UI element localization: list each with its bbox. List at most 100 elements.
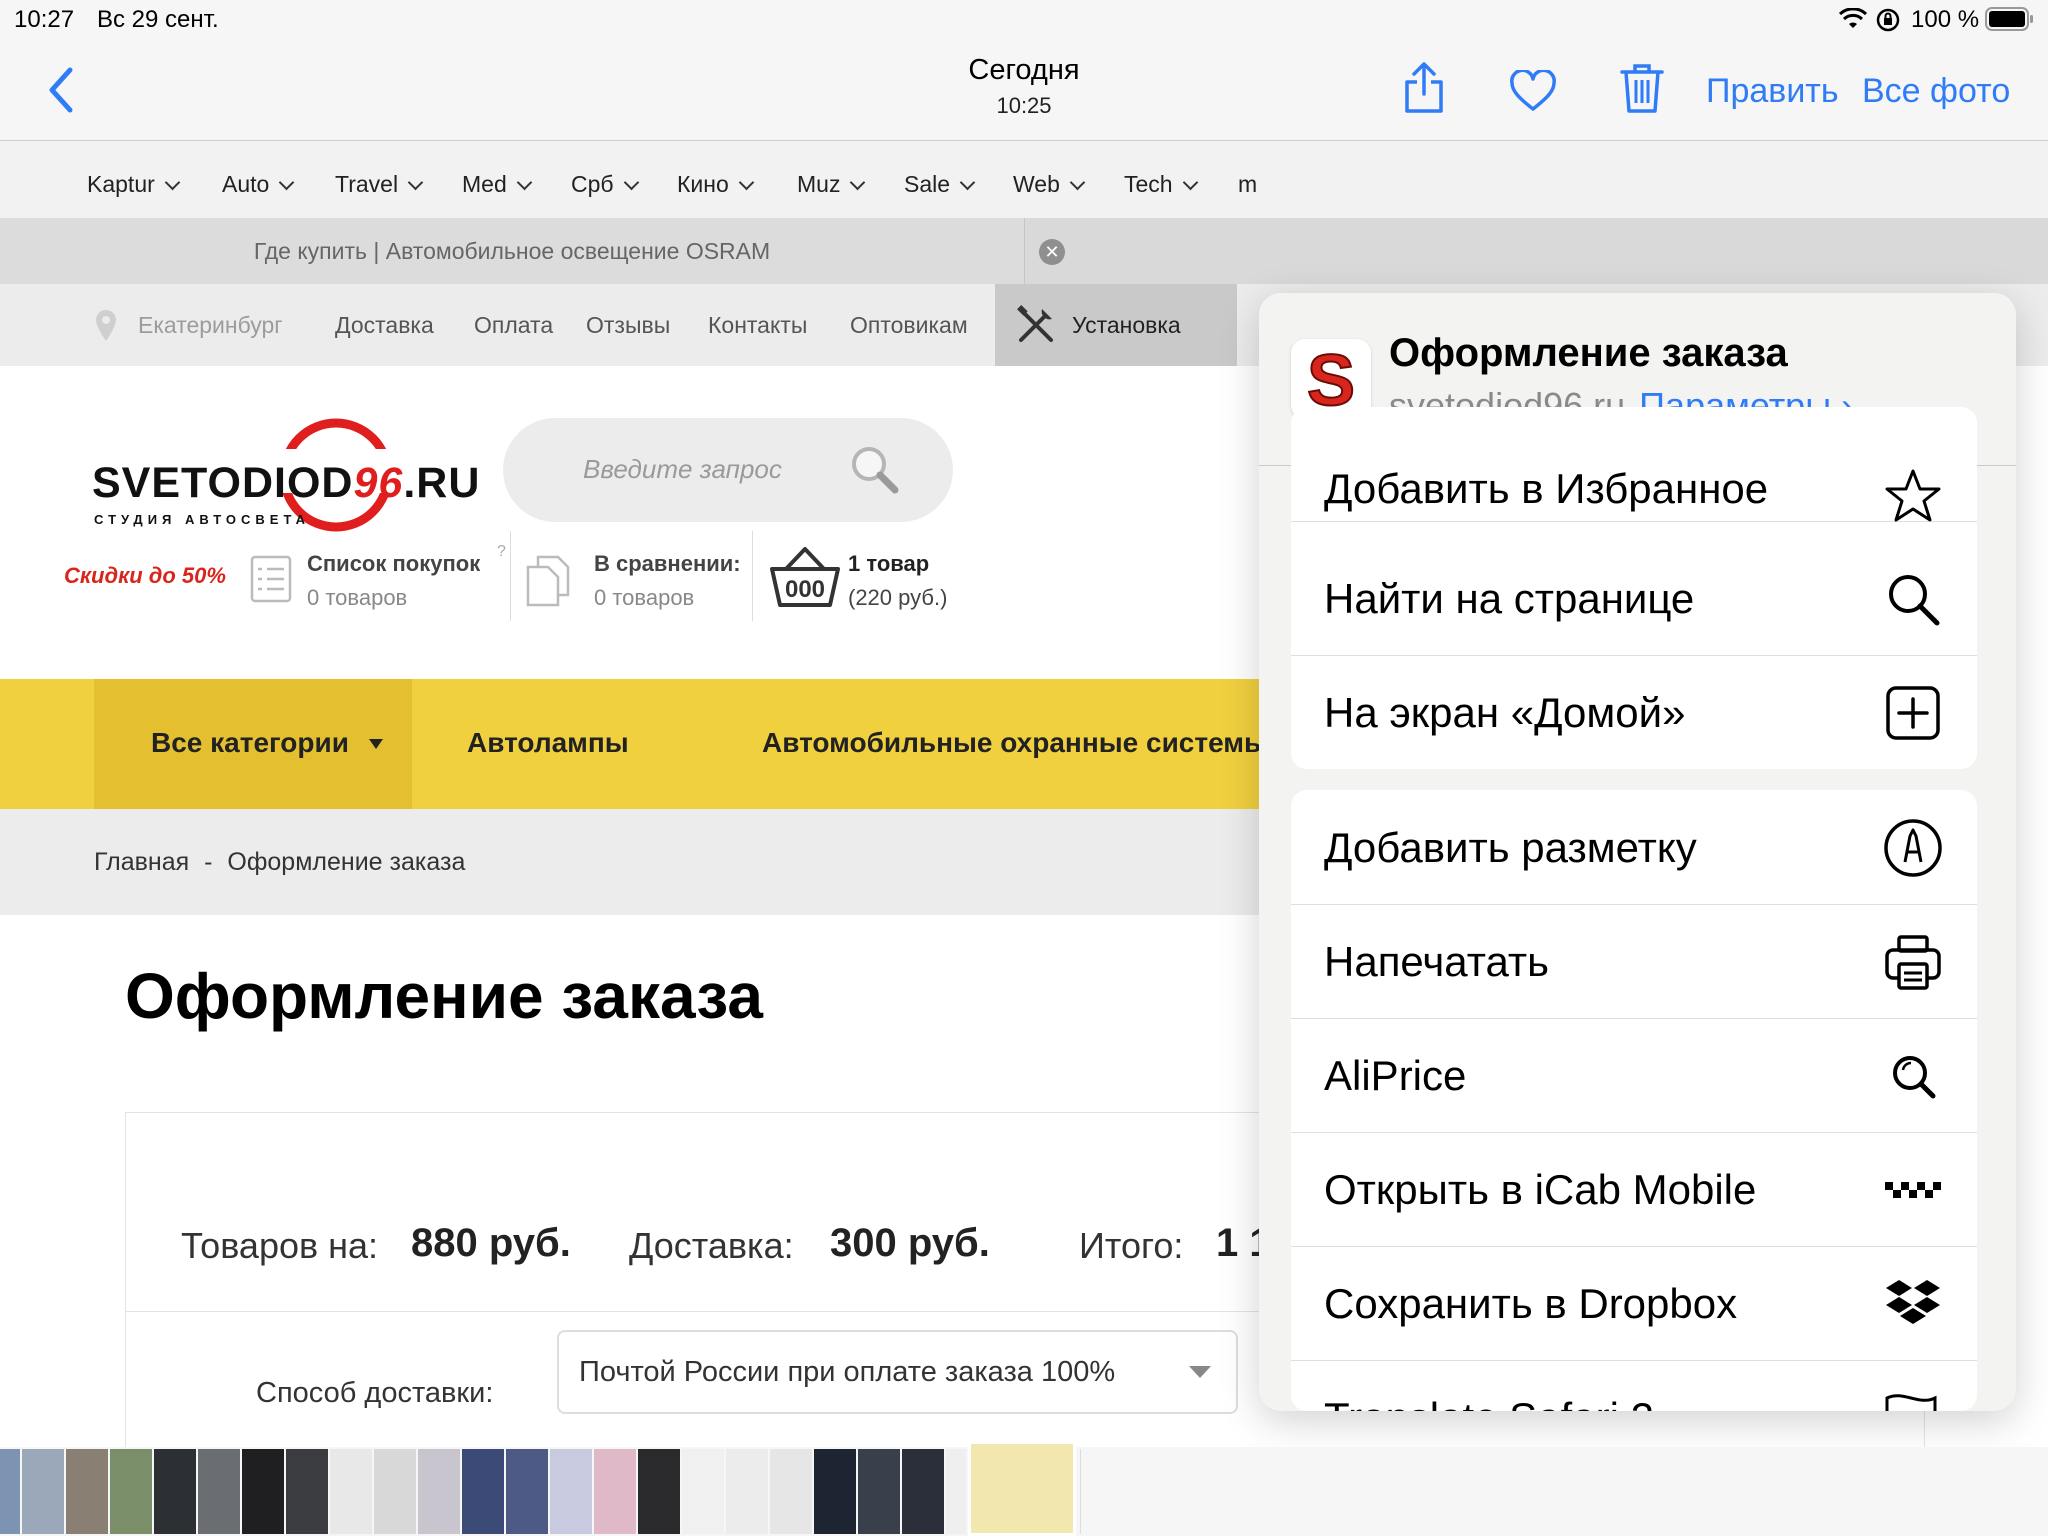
compare-label[interactable]: В сравнении: [594, 551, 741, 577]
category-item[interactable]: Автолампы [467, 727, 629, 759]
photo-thumbnail[interactable] [858, 1449, 900, 1534]
bookmark-folder[interactable]: Web [1013, 171, 1086, 198]
bookmark-folder[interactable]: Sale [904, 171, 976, 198]
bookmark-folder[interactable]: m [1238, 171, 1257, 198]
cart-basket-icon[interactable]: 000 [770, 545, 840, 614]
share-sheet: S Оформление заказа svetodiod96.ru Параме… [1259, 293, 2016, 1411]
photo-time: 10:25 [996, 93, 1052, 118]
photo-thumbnail[interactable] [638, 1449, 680, 1534]
photo-thumbnail[interactable] [242, 1449, 284, 1534]
status-time: 10:27 [14, 6, 75, 33]
photo-filmstrip [0, 1441, 2048, 1536]
photo-thumbnail[interactable] [330, 1449, 372, 1534]
photo-thumbnail[interactable] [418, 1449, 460, 1534]
photo-thumbnail-selected[interactable] [968, 1441, 1076, 1536]
bookmark-folder[interactable]: Kaptur [87, 171, 181, 198]
share-action-add-to-home[interactable]: На экран «Домой» [1291, 655, 1977, 769]
photo-thumbnail[interactable] [462, 1449, 504, 1534]
logo-wordmark: SVETODIOD96.RU [92, 459, 481, 507]
share-action-markup[interactable]: Добавить разметку [1291, 790, 1977, 905]
share-action-aliprice[interactable]: AliPrice [1291, 1018, 1977, 1133]
photo-thumbnail[interactable] [154, 1449, 196, 1534]
all-categories-button[interactable]: Все категории [94, 679, 412, 809]
bookmark-folder[interactable]: Auto [222, 171, 295, 198]
chevron-down-icon [1182, 174, 1198, 191]
nav-link-install[interactable]: Установка [995, 284, 1237, 366]
wishlist-hint[interactable]: ? [497, 543, 506, 561]
chevron-down-icon [623, 174, 639, 191]
share-action-translate[interactable]: Translate Safari 2 [1291, 1360, 1977, 1411]
shipping-method-select[interactable]: Почтой России при оплате заказа 100% [557, 1330, 1238, 1414]
share-action-icab[interactable]: Открыть в iCab Mobile [1291, 1132, 1977, 1247]
compare-count: 0 товаров [594, 585, 695, 610]
bookmark-folder[interactable]: Med [462, 171, 533, 198]
heart-icon[interactable] [1509, 70, 1557, 112]
printer-icon [1883, 932, 1943, 992]
tools-icon [1015, 304, 1057, 351]
chevron-down-icon [1069, 174, 1086, 191]
edit-button[interactable]: Править [1706, 72, 1839, 111]
share-action-dropbox[interactable]: Сохранить в Dropbox [1291, 1246, 1977, 1361]
photo-thumbnail[interactable] [22, 1449, 64, 1534]
site-search-input[interactable]: Введите запрос [503, 418, 953, 522]
shipping-method-label: Способ доставки: [256, 1377, 494, 1409]
wishlist-label[interactable]: Список покупок [307, 551, 480, 577]
status-date: Вс 29 сент. [97, 6, 219, 33]
photo-title: Сегодня [968, 54, 1080, 86]
share-actions-group: Добавить в Избранное Найти на странице Н… [1291, 407, 1977, 769]
photo-thumbnail[interactable] [506, 1449, 548, 1534]
nav-link-payment[interactable]: Оплата [474, 312, 553, 339]
tab-close-icon[interactable]: ✕ [1039, 239, 1065, 265]
battery-icon [1985, 7, 2035, 36]
photo-thumbnail[interactable] [374, 1449, 416, 1534]
photo-thumbnail[interactable] [682, 1449, 724, 1534]
city-selector[interactable]: Екатеринбург [138, 312, 283, 339]
all-photos-button[interactable]: Все фото [1862, 72, 2010, 111]
nav-link-delivery[interactable]: Доставка [335, 312, 434, 339]
photo-thumbnail[interactable] [946, 1449, 966, 1534]
shipping-method-value: Почтой России при оплате заказа 100% [579, 1356, 1116, 1388]
bookmark-folder[interactable]: Кино [677, 171, 755, 198]
photo-thumbnail[interactable] [198, 1449, 240, 1534]
photo-thumbnail[interactable] [770, 1449, 812, 1534]
delivery-cost-label: Доставка: [629, 1225, 794, 1266]
photo-thumbnail[interactable] [550, 1449, 592, 1534]
photo-thumbnail[interactable] [0, 1449, 20, 1534]
magnifier-icon [1883, 569, 1943, 629]
breadcrumb-home[interactable]: Главная [94, 848, 189, 876]
photo-thumbnail[interactable] [66, 1449, 108, 1534]
bookmark-folder[interactable]: Срб [571, 171, 639, 198]
photo-thumbnail[interactable] [726, 1449, 768, 1534]
share-action-find-on-page[interactable]: Найти на странице [1291, 541, 1977, 656]
bookmark-folder[interactable]: Travel [335, 171, 424, 198]
page-title: Оформление заказа [125, 960, 763, 1032]
back-chevron-icon[interactable] [46, 66, 74, 114]
share-action-add-bookmark[interactable]: Добавить в Избранное [1291, 407, 1977, 522]
bookmark-folder[interactable]: Muz [797, 171, 866, 198]
share-icon[interactable] [1402, 62, 1446, 114]
grand-total-label: Итого: [1079, 1225, 1184, 1266]
nav-link-reviews[interactable]: Отзывы [586, 312, 670, 339]
trash-icon[interactable] [1620, 62, 1664, 114]
photo-thumbnail[interactable] [594, 1449, 636, 1534]
cart-count[interactable]: 1 товар [848, 551, 929, 577]
add-square-icon [1883, 683, 1943, 743]
nav-link-contacts[interactable]: Контакты [708, 312, 807, 339]
browser-tab[interactable]: Где купить | Автомобильное освещение OSR… [0, 218, 1025, 284]
photo-thumbnail[interactable] [902, 1449, 944, 1534]
share-action-print[interactable]: Напечатать [1291, 904, 1977, 1019]
photo-thumbnail[interactable] [110, 1449, 152, 1534]
wifi-icon [1838, 7, 1868, 35]
caret-down-icon [369, 739, 383, 749]
logo-tagline: СТУДИЯ АВТОСВЕТА [94, 512, 310, 527]
goods-total-value: 880 руб. [411, 1221, 571, 1265]
search-icon[interactable] [849, 444, 901, 501]
breadcrumb-current: Оформление заказа [227, 848, 466, 876]
discount-badge[interactable]: Скидки до 50% [64, 563, 226, 589]
bookmark-folder[interactable]: Tech [1124, 171, 1198, 198]
photo-thumbnail[interactable] [286, 1449, 328, 1534]
photo-thumbnail[interactable] [814, 1449, 856, 1534]
chevron-down-icon [516, 174, 533, 191]
category-item[interactable]: Автомобильные охранные системы [762, 727, 1268, 759]
nav-link-wholesale[interactable]: Оптовикам [850, 312, 968, 339]
